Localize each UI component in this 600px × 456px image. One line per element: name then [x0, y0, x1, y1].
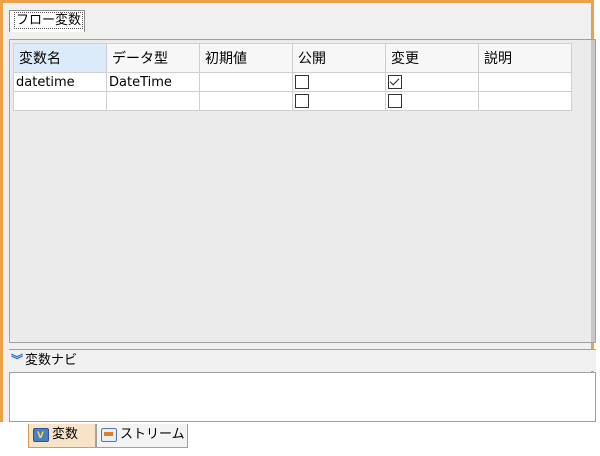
- cell-modified: [385, 91, 479, 111]
- double-chevron-down-icon[interactable]: ︾: [11, 350, 25, 370]
- variable-icon: [33, 425, 49, 447]
- variable-grid[interactable]: 変数名 データ型 初期値 公開 変更 説明 datetime DateTime: [9, 39, 596, 343]
- variable-navi-header[interactable]: ︾ 変数ナビ: [9, 349, 596, 371]
- vertical-scrollbar[interactable]: [591, 40, 595, 342]
- variable-navi-panel: [9, 372, 596, 422]
- cell-type[interactable]: DateTime: [106, 72, 200, 92]
- tab-variables-label: 変数: [52, 427, 79, 442]
- public-checkbox[interactable]: [295, 94, 309, 108]
- column-header-description[interactable]: 説明: [478, 43, 572, 73]
- modified-checkbox[interactable]: [388, 94, 402, 108]
- flow-variable-tab[interactable]: フロー変数: [9, 10, 85, 32]
- stream-icon: [101, 427, 117, 442]
- tab-variables[interactable]: 変数: [28, 424, 96, 448]
- flow-variable-tab-label: フロー変数: [14, 12, 84, 29]
- bottom-tab-bar: 変数 ストリーム: [0, 422, 600, 456]
- cell-name[interactable]: datetime: [13, 72, 107, 92]
- cell-description[interactable]: [478, 91, 572, 111]
- public-checkbox[interactable]: [295, 75, 309, 89]
- table-header-row: 変数名 データ型 初期値 公開 変更 説明: [13, 43, 572, 73]
- column-header-name[interactable]: 変数名: [13, 43, 107, 73]
- flow-variable-panel: フロー変数 変数名 データ型 初期値 公開 変更 説明 datetime Dat…: [0, 0, 596, 422]
- cell-public: [292, 91, 386, 111]
- cell-initial[interactable]: [199, 91, 293, 111]
- column-header-type[interactable]: データ型: [106, 43, 200, 73]
- table-row[interactable]: datetime DateTime: [13, 72, 572, 92]
- column-header-modified[interactable]: 変更: [385, 43, 479, 73]
- variable-navi-title: 変数ナビ: [25, 353, 78, 368]
- column-header-initial[interactable]: 初期値: [199, 43, 293, 73]
- variable-table: 変数名 データ型 初期値 公開 変更 説明 datetime DateTime: [13, 43, 572, 111]
- cell-modified: [385, 72, 479, 92]
- cell-initial[interactable]: [199, 72, 293, 92]
- table-row[interactable]: [13, 91, 572, 111]
- modified-checkbox[interactable]: [388, 75, 402, 89]
- column-header-public[interactable]: 公開: [292, 43, 386, 73]
- cell-name[interactable]: [13, 91, 107, 111]
- cell-public: [292, 72, 386, 92]
- tab-stream[interactable]: ストリーム: [96, 424, 188, 448]
- cell-type[interactable]: [106, 91, 200, 111]
- cell-description[interactable]: [478, 72, 572, 92]
- tab-stream-label: ストリーム: [120, 427, 185, 442]
